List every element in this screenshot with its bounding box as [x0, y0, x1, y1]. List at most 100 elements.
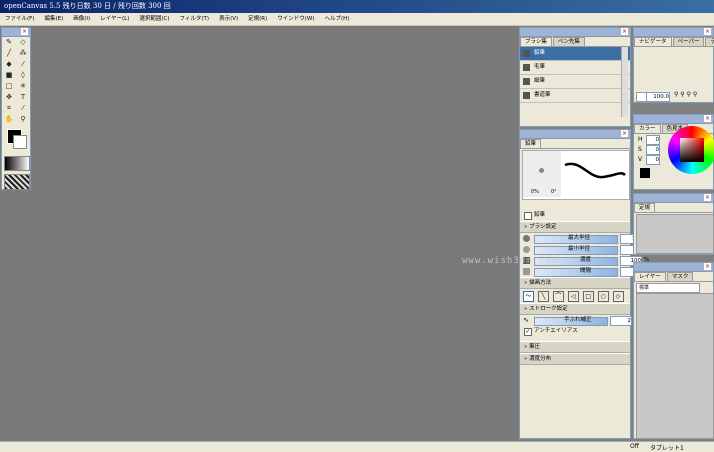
- menu-selection[interactable]: 選択範囲(C): [134, 13, 174, 25]
- section-pressure[interactable]: » 筆圧: [520, 341, 630, 353]
- blend-mode-select[interactable]: 標準: [636, 283, 700, 293]
- color-header: ×: [634, 115, 713, 124]
- color-panel: × カラー 色見本 H 0 S 0 V 0: [633, 114, 714, 190]
- zoom-value[interactable]: 100.0: [646, 92, 670, 102]
- menu-edit[interactable]: 編集(E): [39, 13, 68, 25]
- hand-tool-icon[interactable]: ✋: [4, 115, 14, 124]
- brush-icon: [523, 78, 530, 85]
- draw-method-shapes: 〜 ╲ ⌒ ◁ □ ○ ◇: [520, 289, 630, 303]
- texture-swatch[interactable]: [4, 174, 30, 190]
- brush-tool-icon[interactable]: ╱: [4, 49, 14, 58]
- current-color-swatch[interactable]: [640, 168, 650, 178]
- tab-color[interactable]: カラー: [634, 124, 661, 133]
- menu-image[interactable]: 画像(I): [68, 13, 95, 25]
- eraser-tool-icon[interactable]: ◇: [18, 38, 28, 47]
- tab-texture[interactable]: テクスチャ: [705, 37, 714, 46]
- menu-ruler[interactable]: 定規(R): [243, 13, 272, 25]
- tab-pen-tip-set[interactable]: ペン先集: [552, 37, 585, 46]
- brush-item-fine-brush[interactable]: 細筆: [520, 75, 630, 89]
- v-value[interactable]: 0: [646, 155, 660, 165]
- tab-brush-name[interactable]: 鉛筆: [520, 139, 542, 148]
- antialias-checkbox[interactable]: ✓: [524, 328, 532, 336]
- lasso-shape-icon[interactable]: ◇: [612, 291, 624, 302]
- close-icon[interactable]: ×: [621, 28, 628, 35]
- brush-item-calligraphy[interactable]: 書道筆: [520, 89, 630, 103]
- section-draw-method[interactable]: » 描画方法: [520, 277, 630, 289]
- brush-item-brush[interactable]: 毛筆: [520, 61, 630, 75]
- saturation-value-square[interactable]: [680, 138, 704, 162]
- close-icon[interactable]: ×: [704, 194, 711, 201]
- magic-wand-icon[interactable]: ✳: [18, 82, 28, 91]
- line-shape-icon[interactable]: ╲: [537, 291, 549, 302]
- tab-layer[interactable]: レイヤー: [634, 272, 666, 281]
- section-stroke-settings[interactable]: » ストローク設定: [520, 303, 630, 315]
- close-icon[interactable]: ×: [704, 115, 711, 122]
- gradient-swatch[interactable]: [4, 156, 30, 171]
- brush-set-panel: × ブラシ集 ペン先集 鉛筆 毛筆 細筆 書道筆: [519, 27, 631, 127]
- menu-file[interactable]: ファイル(F): [0, 13, 39, 25]
- brush-enable-label: 鉛筆: [534, 212, 546, 218]
- brush-item-label: 鉛筆: [534, 50, 546, 56]
- freehand-shape-icon[interactable]: 〜: [523, 291, 534, 302]
- text-tool-icon[interactable]: T: [18, 93, 28, 102]
- rectangle-tool-icon[interactable]: ■: [4, 71, 14, 80]
- stroke-preview: 0% 0°: [522, 150, 630, 200]
- canvas-area[interactable]: [0, 26, 519, 440]
- brush-list-scrollbar[interactable]: [621, 47, 628, 117]
- brush-set-header: ×: [520, 28, 630, 37]
- hue-ring[interactable]: [668, 126, 714, 174]
- tab-brush-set[interactable]: ブラシ集: [520, 37, 552, 46]
- s-label: S: [638, 146, 642, 153]
- close-icon[interactable]: ×: [21, 28, 28, 35]
- close-icon[interactable]: ×: [704, 263, 711, 270]
- stroke-curve: [564, 162, 626, 179]
- polyline-shape-icon[interactable]: ◁: [567, 291, 579, 302]
- section-label: 描画方法: [529, 280, 552, 286]
- move-tool-icon[interactable]: ✥: [4, 93, 14, 102]
- menu-filter[interactable]: フィルタ(T): [175, 13, 215, 25]
- brush-settings-panel: × 鉛筆 0% 0° 鉛筆 » ブラシ設定 最大半径 5.0 px 最小半径 0…: [519, 129, 651, 439]
- picker-tool-icon[interactable]: ⁄: [18, 104, 28, 113]
- menu-window[interactable]: ウインドウ(W): [272, 13, 319, 25]
- menu-view[interactable]: 表示(V): [214, 13, 243, 25]
- zoom-tool-icon[interactable]: ⚲: [18, 115, 28, 124]
- ellipse-shape-icon[interactable]: ○: [597, 291, 609, 302]
- status-left: Off: [630, 443, 639, 450]
- tab-navigator[interactable]: ナビゲータ: [634, 37, 672, 46]
- tab-ruler[interactable]: 定規: [634, 203, 656, 212]
- crop-tool-icon[interactable]: ⌗: [4, 104, 14, 113]
- brush-item-pencil[interactable]: 鉛筆: [520, 47, 630, 61]
- interval-label: 間隔: [580, 268, 592, 274]
- h-value[interactable]: 0: [646, 135, 660, 145]
- section-density-distribution[interactable]: » 濃度分布: [520, 353, 630, 365]
- interval-slider[interactable]: [534, 268, 618, 277]
- menu-help[interactable]: ヘルプ(H): [319, 13, 354, 25]
- menu-layer[interactable]: レイヤー(L): [95, 13, 134, 25]
- stabilizer-value[interactable]: 2: [610, 316, 632, 326]
- rectangle-shape-icon[interactable]: □: [582, 291, 594, 302]
- section-label: ストローク設定: [529, 306, 568, 312]
- section-brush-settings[interactable]: » ブラシ設定: [520, 221, 630, 233]
- h-label: H: [638, 136, 643, 143]
- close-icon[interactable]: ×: [704, 28, 711, 35]
- dropper-tool-icon[interactable]: ⁄: [18, 60, 28, 69]
- background-color-swatch[interactable]: [13, 135, 27, 149]
- close-icon[interactable]: ×: [621, 130, 628, 137]
- min-radius-icon: [523, 246, 530, 253]
- ruler-tabs: 定規: [634, 203, 713, 213]
- layer-panel: × レイヤー マスク 標準: [633, 262, 714, 439]
- brush-enable-checkbox[interactable]: [524, 212, 532, 220]
- zoom-tools-icon[interactable]: ⚲ ⚲ ⚲ ⚲: [674, 91, 697, 98]
- density-label: 濃度: [580, 257, 592, 263]
- select-tool-icon[interactable]: □: [4, 82, 14, 91]
- lasso-tool-icon[interactable]: ◊: [18, 71, 28, 80]
- pen-tool-icon[interactable]: ✎: [4, 38, 14, 47]
- fill-tool-icon[interactable]: ◆: [4, 60, 14, 69]
- brush-settings-tabs: 鉛筆: [520, 139, 630, 149]
- tab-paper[interactable]: ペーパー: [672, 37, 705, 46]
- curve-shape-icon[interactable]: ⌒: [552, 291, 564, 302]
- s-value[interactable]: 0: [646, 145, 660, 155]
- tab-mask[interactable]: マスク: [666, 272, 694, 281]
- watermark: www.wish3dm.com: [462, 256, 559, 266]
- airbrush-tool-icon[interactable]: ⁂: [18, 49, 28, 58]
